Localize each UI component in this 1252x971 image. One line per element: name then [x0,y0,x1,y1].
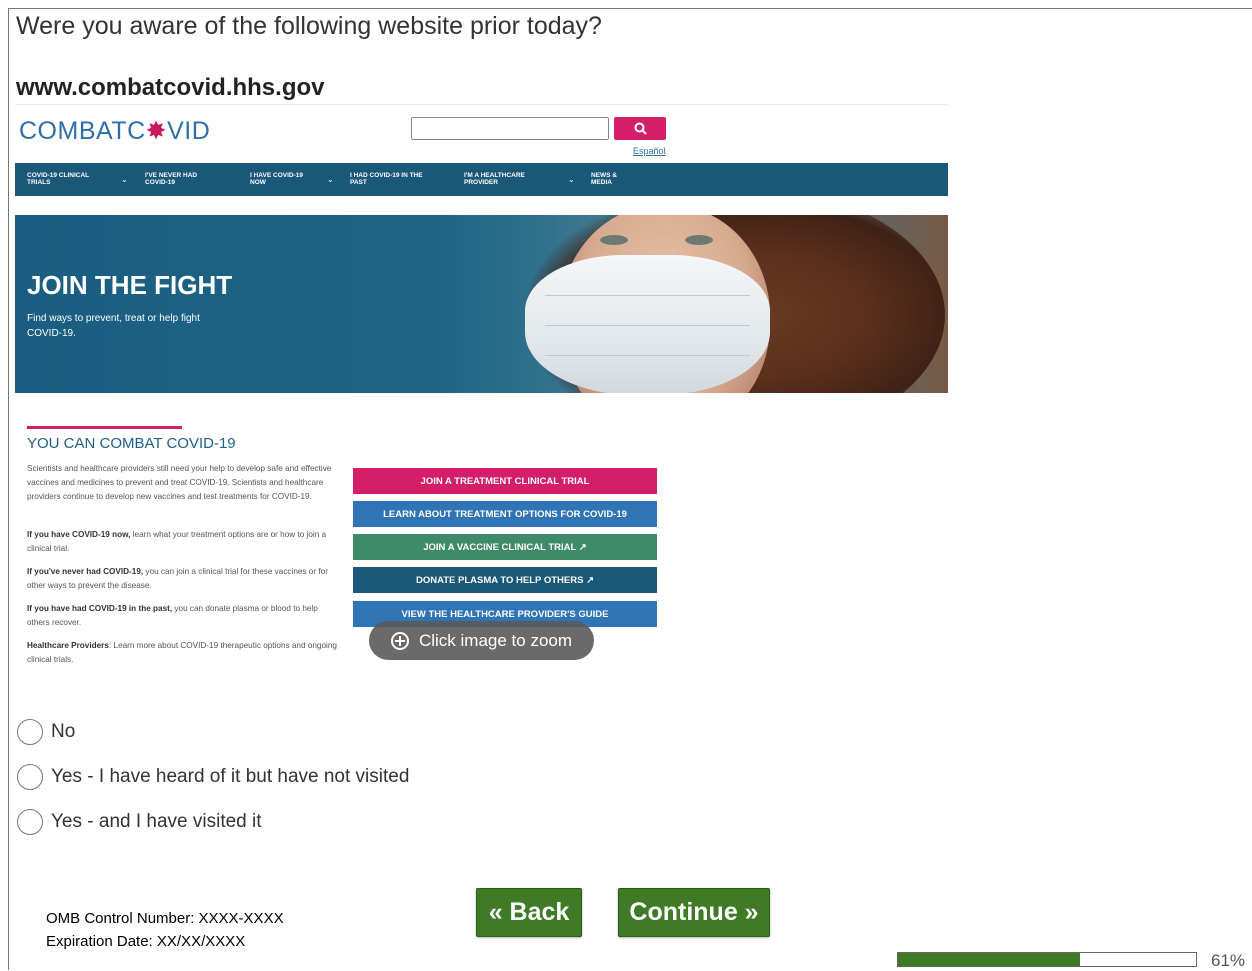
continue-button[interactable]: Continue » [618,888,770,937]
espanol-link: Español [633,146,666,156]
mask-pleat [545,295,750,296]
site-search-input [411,117,609,140]
hero-subtitle: Find ways to prevent, treat or help figh… [27,313,200,339]
section-accent-rule [27,426,182,429]
hero-photo-eye [600,235,628,245]
option-label: No [51,721,76,742]
option-label: Yes - and I have visited it [51,811,262,832]
virus-icon: ✸ [145,117,168,145]
omb-control-number: OMB Control Number: XXXX-XXXX [46,910,284,927]
omb-info: OMB Control Number: XXXX-XXXX Expiration… [46,907,284,953]
option-no[interactable]: No [17,719,75,745]
mask-pleat [545,355,750,356]
site-nav-bar: COVID-19 CLINICAL TRIALS ⌄ I'VE NEVER HA… [15,163,948,196]
paragraph-never-had: If you've never had COVID-19, you can jo… [27,567,328,590]
option-heard-not-visited[interactable]: Yes - I have heard of it but have not vi… [17,764,409,790]
radio-button[interactable] [17,719,43,745]
paragraph-had-past: If you have had COVID-19 in the past, yo… [27,604,318,627]
nav-item-clinical-trials: COVID-19 CLINICAL TRIALS [27,172,89,186]
question-text: Were you aware of the following website … [16,12,602,40]
option-visited[interactable]: Yes - and I have visited it [17,809,262,835]
nav-item-have-now: I HAVE COVID-19 NOW [250,172,303,186]
option-label: Yes - I have heard of it but have not vi… [51,766,410,787]
site-search-button [614,117,666,140]
progress-bar [897,952,1197,967]
expiration-date: Expiration Date: XX/XX/XXXX [46,933,246,950]
paragraph-healthcare-providers: Healthcare Providers: Learn more about C… [27,641,337,664]
nav-item-healthcare-provider: I'M A HEALTHCARE PROVIDER [464,172,525,186]
radio-button[interactable] [17,764,43,790]
site-button-vaccine-trial: JOIN A VACCINE CLINICAL TRIAL ↗ [353,534,657,560]
hero-photo-mask [525,255,770,393]
chevron-down-icon: ⌄ [327,175,334,184]
hero-title: JOIN THE FIGHT [27,270,233,300]
intro-paragraph: Scientists and healthcare providers stil… [27,464,332,501]
progress-bar-fill [898,953,1080,966]
website-url: www.combatcovid.hhs.gov [16,74,325,101]
section-title: YOU CAN COMBAT COVID-19 [27,435,236,452]
nav-item-never-had: I'VE NEVER HAD COVID-19 [145,172,198,186]
nav-item-had-past: I HAD COVID-19 IN THE PAST [350,172,423,186]
site-button-treatment-trial: JOIN A TREATMENT CLINICAL TRIAL [353,468,657,494]
chevron-down-icon: ⌄ [121,175,128,184]
site-top-rule [15,104,948,105]
progress-percent: 61% [1211,951,1246,970]
search-icon [634,122,647,135]
zoom-hint-label: Click image to zoom [418,630,573,650]
zoom-plus-icon [390,631,409,650]
site-button-donate-plasma: DONATE PLASMA TO HELP OTHERS ↗ [353,567,657,593]
nav-item-news-media: NEWS & MEDIA [591,172,617,186]
website-screenshot[interactable]: COMBATC✸VID Español COVID-19 CLINICAL TR… [15,104,948,672]
combatcovid-logo: COMBATC✸VID [19,117,211,145]
mask-pleat [545,325,750,326]
hero-photo-eye [685,235,713,245]
site-button-treatment-options: LEARN ABOUT TREATMENT OPTIONS FOR COVID-… [353,501,657,527]
back-button[interactable]: « Back [476,888,582,937]
paragraph-have-now: If you have COVID-19 now, learn what you… [27,530,327,553]
click-to-zoom-overlay[interactable]: Click image to zoom [369,621,594,660]
radio-button[interactable] [17,809,43,835]
hero-banner: JOIN THE FIGHT Find ways to prevent, tre… [15,215,948,393]
chevron-down-icon: ⌄ [568,175,575,184]
